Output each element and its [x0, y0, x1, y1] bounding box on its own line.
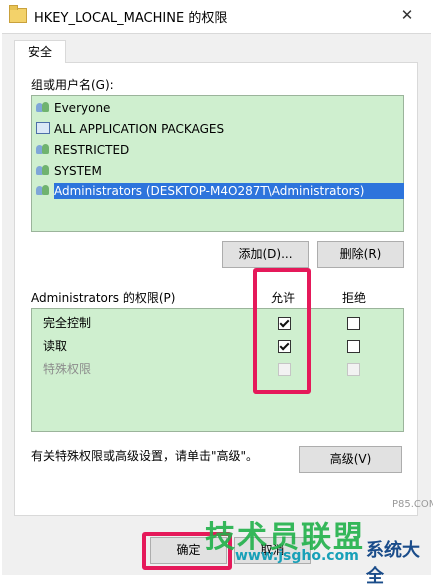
user-group-icon [36, 164, 50, 176]
permission-row-special: 特殊权限 [43, 362, 92, 376]
deny-full-control-checkbox[interactable] [347, 317, 360, 330]
permission-row-read: 读取 [43, 339, 68, 353]
close-button[interactable]: ✕ [395, 4, 419, 26]
user-group-icon [36, 101, 50, 113]
deny-column-header: 拒绝 [342, 291, 367, 305]
deny-special-checkbox [347, 363, 360, 376]
remove-button[interactable]: 删除(R) [317, 241, 404, 268]
title-bar: HKEY_LOCAL_MACHINE 的权限 ✕ [0, 0, 433, 32]
tab-security[interactable]: 安全 [14, 40, 66, 63]
permissions-header: Administrators 的权限(P) [31, 291, 176, 305]
list-item-administrators[interactable]: Administrators (DESKTOP-M4O287T\Administ… [36, 181, 405, 201]
users-label: 组或用户名(G): [31, 78, 114, 92]
list-item-everyone[interactable]: Everyone [36, 98, 110, 118]
advanced-note: 有关特殊权限或高级设置，请单击"高级"。 [31, 449, 259, 463]
window-title: HKEY_LOCAL_MACHINE 的权限 [34, 11, 228, 26]
watermark-side-text: 系统大全 [366, 540, 420, 587]
deny-read-checkbox[interactable] [347, 340, 360, 353]
list-item-system[interactable]: SYSTEM [36, 161, 102, 181]
add-button[interactable]: 添加(D)... [222, 241, 309, 268]
user-list[interactable]: Everyone ALL APPLICATION PACKAGES RESTRI… [31, 95, 405, 232]
allow-column-highlight [253, 268, 311, 394]
advanced-button[interactable]: 高级(V) [299, 446, 402, 473]
user-group-icon [36, 184, 50, 196]
folder-icon [9, 5, 27, 23]
list-item-all-application-packages[interactable]: ALL APPLICATION PACKAGES [36, 119, 224, 139]
permission-row-full-control: 完全控制 [43, 316, 92, 330]
list-item-restricted[interactable]: RESTRICTED [36, 140, 129, 160]
package-icon [36, 122, 50, 134]
user-group-icon [36, 143, 50, 155]
permissions-list: 完全控制 读取 特殊权限 [31, 308, 404, 432]
watermark-small-text: P85.COM [392, 499, 433, 510]
watermark-url: www.jsgho.com [235, 548, 359, 564]
